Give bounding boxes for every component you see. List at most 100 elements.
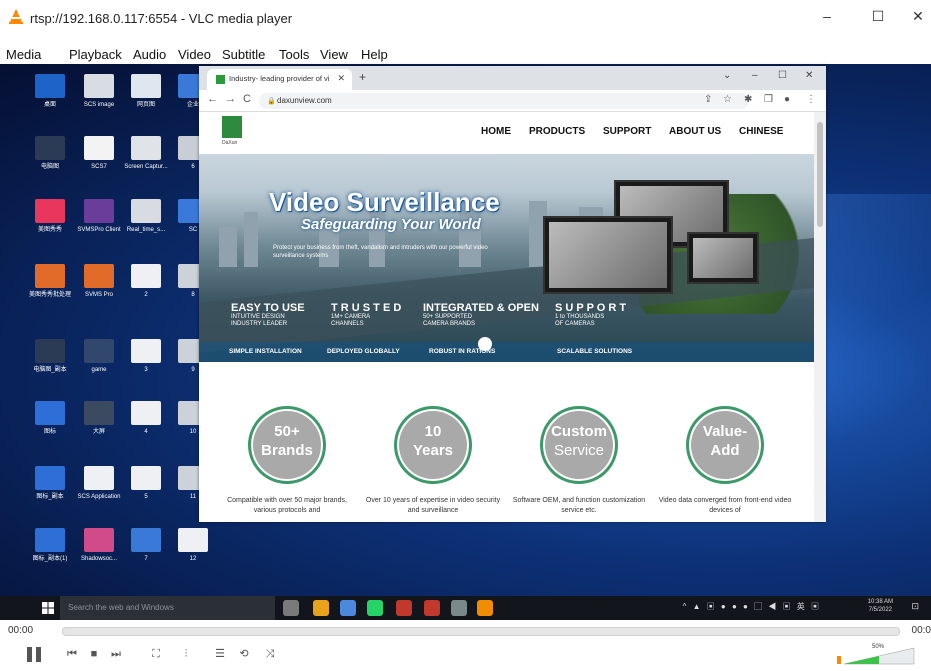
desktop-icon[interactable]: 桌面 [27, 74, 73, 109]
desktop-icon[interactable]: SVMSPro Client [76, 199, 122, 234]
desktop-icon[interactable]: SVMS Pro [76, 264, 122, 299]
taskbar-app-icon[interactable] [451, 600, 467, 616]
desktop-icon-label: 桌面 [43, 102, 56, 108]
menu-tools[interactable]: Tools [279, 47, 309, 62]
feature-easy-to-use: EASY TO USE INTUITIVE DESIGN INDUSTRY LE… [231, 302, 305, 328]
menu-media[interactable]: Media [6, 47, 41, 62]
nav-about-us[interactable]: ABOUT US [669, 126, 721, 137]
back-button[interactable]: ← [207, 93, 218, 105]
taskbar-app-icon[interactable] [313, 600, 329, 616]
menu-kebab-icon[interactable]: ⋮ [806, 94, 816, 105]
desktop-icon[interactable]: Real_time_s... [123, 199, 169, 234]
desktop-icon[interactable]: 电脑图_副本 [27, 339, 73, 374]
share-icon[interactable]: ⇪ [704, 94, 712, 105]
daxun-logo-icon[interactable] [222, 116, 242, 138]
taskbar-app-icon[interactable] [340, 600, 356, 616]
scrollbar-thumb[interactable] [817, 122, 823, 227]
close-button[interactable]: ✕ [898, 5, 931, 27]
desktop-icon[interactable]: 4 [123, 401, 169, 436]
desktop-icon[interactable]: 图标_副本 [27, 466, 73, 501]
menu-audio[interactable]: Audio [133, 47, 166, 62]
pause-icon[interactable] [24, 645, 44, 663]
desktop-icon[interactable]: 图标 [27, 401, 73, 436]
taskbar-app-icon[interactable] [396, 600, 412, 616]
system-tray-icons[interactable]: ^ ▲ ▣ ● ● ● ▢ ◀ ▣ 英 ▣ [683, 603, 821, 611]
desktop-icon[interactable]: 3 [123, 339, 169, 374]
menu-subtitle[interactable]: Subtitle [222, 47, 265, 62]
previous-icon[interactable]: ⏮ [62, 645, 82, 663]
fullscreen-icon[interactable]: ⛶ [146, 645, 166, 663]
desktop-icon[interactable]: 2 [123, 264, 169, 299]
maximize-button[interactable]: ☐ [858, 5, 898, 27]
desktop-icon[interactable]: SCS image [76, 74, 122, 109]
feature-support: S U P P O R T 1 to THOUSANDS OF CAMERAS [555, 302, 626, 328]
browser-maximize-button[interactable]: ☐ [778, 70, 787, 81]
desktop-icon[interactable]: 美图秀秀 [27, 199, 73, 234]
taskbar-app-icon[interactable] [477, 600, 493, 616]
taskbar-app-icon[interactable] [367, 600, 383, 616]
desktop-icon-image [84, 199, 114, 223]
taskbar-app-icon[interactable] [424, 600, 440, 616]
taskbar-app-icon[interactable] [283, 600, 299, 616]
nav-chinese[interactable]: CHINESE [739, 126, 783, 137]
extensions-icon[interactable]: ✱ [744, 94, 752, 105]
desktop-icon-label: SVMS Pro [84, 292, 113, 298]
next-icon[interactable]: ⏭ [106, 645, 126, 663]
tab-close-icon[interactable]: ✕ [337, 73, 345, 84]
shuffle-icon[interactable]: ⤨ [260, 645, 280, 663]
desktop-icon[interactable]: 大屏 [76, 401, 122, 436]
nav-products[interactable]: PRODUCTS [529, 126, 585, 137]
browser-close-button[interactable]: ✕ [805, 70, 813, 81]
menu-video[interactable]: Video [178, 47, 211, 62]
browser-tab[interactable]: Industry- leading provider of vid ✕ [207, 69, 352, 90]
taskbar-search[interactable]: Search the web and Windows [60, 596, 275, 620]
address-bar[interactable]: daxunview.com [259, 93, 749, 109]
loop-icon[interactable]: ⟲ [234, 645, 254, 663]
desktop-icon[interactable]: Shadowsoc... [76, 528, 122, 563]
desktop-icon[interactable]: game [76, 339, 122, 374]
desktop-icon[interactable]: 5 [123, 466, 169, 501]
desktop-icon[interactable]: Screen Captur... [123, 136, 169, 171]
clock[interactable]: 10:38 AM 7/5/2022 [868, 598, 893, 614]
card-value-add[interactable]: Value- Add [686, 406, 764, 484]
stop-icon[interactable]: ■ [84, 645, 104, 663]
menu-playback[interactable]: Playback [69, 47, 122, 62]
notification-icon[interactable]: ⊡ [911, 602, 919, 611]
volume-control[interactable]: 50% [836, 644, 916, 666]
profile-icon[interactable]: ● [784, 94, 790, 105]
forward-button[interactable]: → [225, 93, 236, 105]
desktop-icon[interactable]: 7 [123, 528, 169, 563]
nav-home[interactable]: HOME [481, 126, 511, 137]
card-years[interactable]: 10 Years [394, 406, 472, 484]
reload-button[interactable]: C [243, 93, 251, 105]
card-brands[interactable]: 50+ Brands [248, 406, 326, 484]
desktop-icon[interactable]: 电脑图 [27, 136, 73, 171]
seek-bar[interactable] [62, 627, 900, 636]
desktop-icon-label: 网页图 [136, 102, 155, 108]
menu-help[interactable]: Help [361, 47, 388, 62]
desktop-icon[interactable]: 网页图 [123, 74, 169, 109]
desktop-icon[interactable]: 12 [170, 528, 216, 563]
windows-start-icon[interactable] [42, 602, 54, 614]
minimize-button[interactable]: – [807, 5, 847, 27]
desktop-icon[interactable]: SCS7 [76, 136, 122, 171]
desktop-icon[interactable]: 美图秀秀批处理 [27, 264, 73, 299]
desktop-icon-image [131, 264, 161, 288]
desktop-icon[interactable]: SCS Application [76, 466, 122, 501]
title-bar: rtsp://192.168.0.117:6554 - VLC media pl… [0, 0, 931, 44]
page-scrollbar[interactable] [814, 112, 826, 522]
playlist-icon[interactable]: ☰ [210, 645, 230, 663]
extended-settings-icon[interactable]: ⫶ [176, 645, 196, 663]
carousel-dot[interactable] [478, 337, 492, 351]
bookmark-star-icon[interactable]: ☆ [723, 94, 732, 105]
tab-search-icon[interactable]: ⌄ [723, 70, 731, 81]
card-custom[interactable]: Custom Service [540, 406, 618, 484]
browser-minimize-button[interactable]: – [752, 70, 758, 81]
feature-sub: INDUSTRY LEADER [231, 321, 288, 327]
new-tab-button[interactable]: + [359, 70, 366, 84]
nav-support[interactable]: SUPPORT [603, 126, 651, 137]
side-panel-icon[interactable]: ❒ [764, 94, 773, 105]
desktop-icon[interactable]: 图标_副本(1) [27, 528, 73, 563]
menu-bar: Media Playback Audio Video Subtitle Tool… [0, 44, 931, 66]
menu-view[interactable]: View [320, 47, 348, 62]
